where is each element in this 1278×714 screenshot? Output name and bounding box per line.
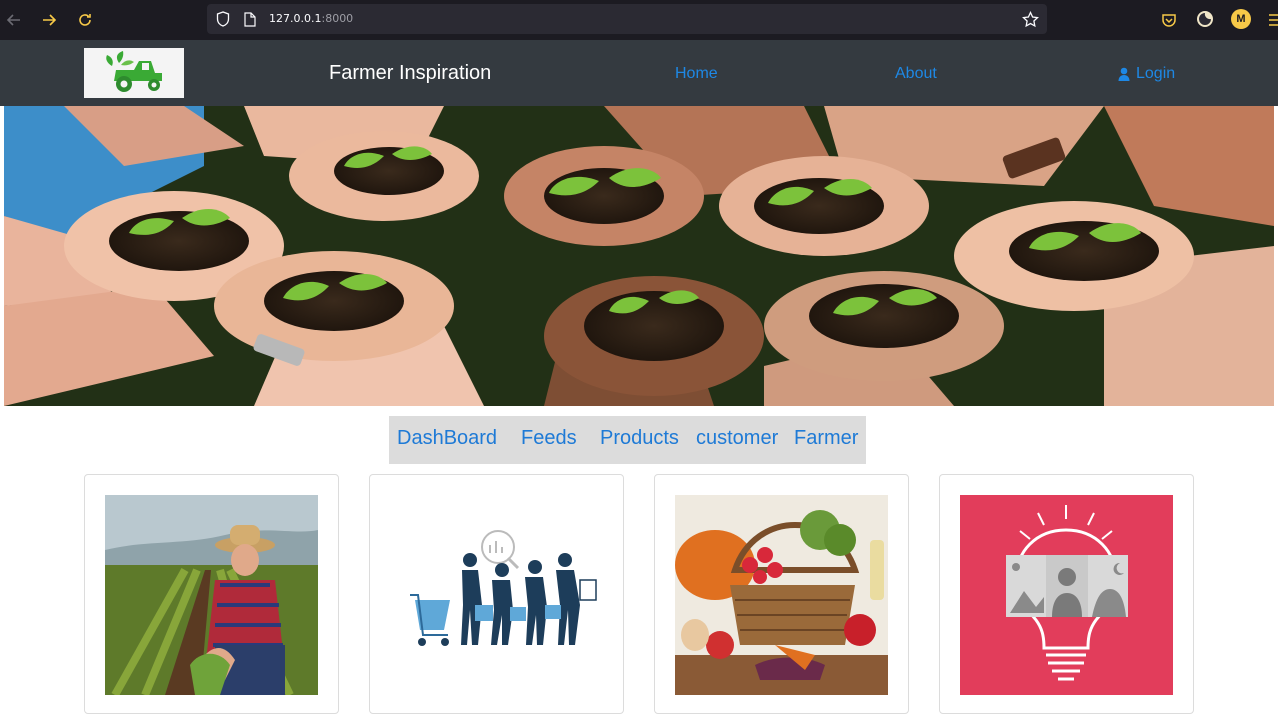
browser-toolbar: 127.0.0.1:8000 M [0,0,1278,40]
card-products[interactable] [654,474,909,714]
nav-home-link[interactable]: Home [675,65,718,83]
login-link[interactable]: Login [1118,65,1175,83]
extension-moon-icon[interactable] [1195,9,1215,29]
farmer-image [105,495,318,695]
profile-avatar[interactable]: M [1231,9,1251,29]
card-customers[interactable] [369,474,624,714]
menu-icon[interactable] [1268,11,1278,29]
forward-icon[interactable] [37,8,61,32]
menu-farmer[interactable]: Farmer [794,427,858,450]
user-icon [1118,67,1130,81]
pocket-icon[interactable] [1160,11,1178,29]
bookmark-star-icon[interactable] [1021,10,1039,28]
idea-bulb-illustration [960,495,1173,695]
card-farmer[interactable] [84,474,339,714]
nav-about-link[interactable]: About [895,65,937,83]
tractor-logo-icon [84,48,184,98]
page-icon [243,11,257,27]
site-navbar: Farmer Inspiration Home About Login [0,40,1278,106]
card-farmer-ideas[interactable] [939,474,1194,714]
url-port: :8000 [321,12,354,25]
menu-dashboard[interactable]: DashBoard [397,427,497,450]
url-bar[interactable]: 127.0.0.1:8000 [207,4,1047,34]
brand-title[interactable]: Farmer Inspiration [329,62,491,85]
section-menu: DashBoard Feeds Products customer Farmer [389,416,866,464]
reload-icon[interactable] [73,8,97,32]
vegetables-image [675,495,888,695]
site-logo[interactable] [84,48,184,98]
back-icon[interactable] [2,8,26,32]
hero-image [4,106,1274,406]
shield-icon[interactable] [215,11,231,27]
customers-illustration [390,495,603,695]
url-host: 127.0.0.1 [269,12,322,25]
url-text[interactable]: 127.0.0.1:8000 [269,12,353,25]
menu-products[interactable]: Products [600,427,679,450]
menu-customer[interactable]: customer [696,427,778,450]
login-label: Login [1136,65,1176,82]
menu-feeds[interactable]: Feeds [521,427,577,450]
